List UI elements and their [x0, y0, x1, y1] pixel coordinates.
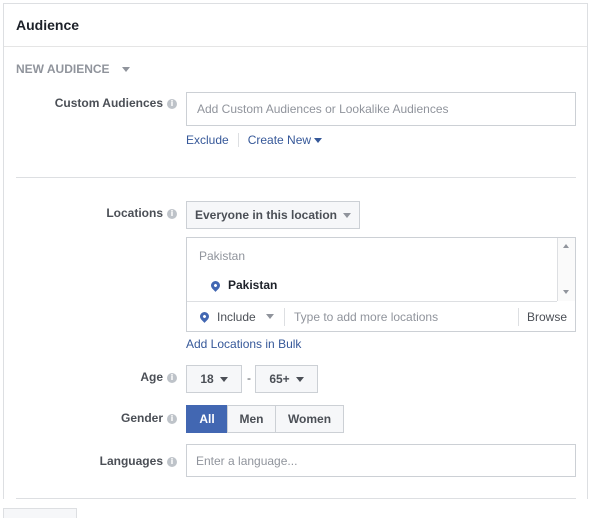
- location-pin-icon: [198, 310, 211, 323]
- locations-row-label: Locations i: [4, 206, 177, 220]
- include-dropdown[interactable]: Include: [187, 307, 285, 326]
- panel-title: Audience: [16, 17, 80, 33]
- exclude-link[interactable]: Exclude: [186, 133, 229, 147]
- selected-location-item[interactable]: Pakistan: [209, 278, 278, 292]
- location-search-placeholder: Type to add more locations: [294, 309, 439, 324]
- gender-row-label: Gender i: [4, 411, 177, 425]
- caret-down-icon: [295, 376, 304, 382]
- age-max-value: 65+: [269, 372, 290, 386]
- locations-box: Pakistan Pakistan Include Type to add mo…: [186, 237, 576, 332]
- caret-down-icon: [219, 376, 228, 382]
- locations-list: Pakistan Pakistan: [187, 238, 557, 302]
- age-min-value: 18: [200, 372, 214, 386]
- add-locations-bulk-link[interactable]: Add Locations in Bulk: [186, 337, 301, 351]
- languages-label: Languages: [99, 454, 163, 468]
- location-pin-icon: [209, 278, 222, 292]
- gender-option-all[interactable]: All: [186, 405, 228, 433]
- browse-label: Browse: [526, 309, 567, 324]
- info-icon[interactable]: i: [167, 208, 177, 219]
- custom-audiences-placeholder: Add Custom Audiences or Lookalike Audien…: [197, 102, 449, 116]
- location-search-bar: Include Type to add more locations Brows…: [187, 302, 575, 331]
- caret-down-icon: [343, 212, 352, 218]
- locations-group-header: Pakistan: [199, 249, 246, 263]
- custom-audiences-label: Custom Audiences: [54, 96, 163, 110]
- create-new-link: Create New: [247, 133, 312, 147]
- location-search-input[interactable]: Type to add more locations: [285, 310, 518, 324]
- caret-down-icon: [265, 314, 274, 319]
- include-label: Include: [217, 309, 256, 324]
- age-row-label: Age i: [4, 370, 177, 384]
- age-min-dropdown[interactable]: 18: [186, 365, 242, 393]
- gender-label: Gender: [120, 411, 163, 425]
- create-new-dropdown[interactable]: Create New: [247, 133, 323, 147]
- new-audience-label: NEW AUDIENCE: [16, 62, 110, 76]
- panel-header: Audience: [4, 4, 587, 47]
- caret-down-icon: [314, 137, 323, 143]
- age-max-dropdown[interactable]: 65+: [255, 365, 318, 393]
- info-icon[interactable]: i: [167, 413, 177, 424]
- custom-audiences-actions: Exclude Create New: [186, 133, 323, 147]
- scroll-up-icon[interactable]: [563, 244, 569, 248]
- gender-segmented-control: All Men Women: [186, 405, 344, 433]
- languages-placeholder: Enter a language...: [196, 453, 298, 468]
- new-audience-dropdown[interactable]: NEW AUDIENCE: [16, 62, 130, 76]
- action-separator: [237, 133, 239, 147]
- bottom-divider: [16, 498, 576, 499]
- languages-row-label: Languages i: [4, 454, 177, 468]
- custom-audiences-input[interactable]: Add Custom Audiences or Lookalike Audien…: [186, 92, 576, 126]
- age-label: Age: [140, 370, 163, 384]
- locations-scrollbar[interactable]: [557, 238, 575, 301]
- section-divider: [16, 177, 576, 178]
- browse-button[interactable]: Browse: [517, 307, 575, 326]
- gender-option-men[interactable]: Men: [227, 405, 276, 433]
- footer-button-edge[interactable]: [3, 508, 77, 518]
- info-icon[interactable]: i: [167, 456, 177, 467]
- languages-input[interactable]: Enter a language...: [186, 444, 576, 477]
- custom-audiences-row-label: Custom Audiences i: [4, 96, 177, 110]
- locations-label: Locations: [106, 206, 163, 220]
- location-scope-dropdown[interactable]: Everyone in this location: [186, 201, 360, 229]
- caret-down-icon: [121, 67, 130, 73]
- scroll-down-icon[interactable]: [563, 290, 569, 294]
- age-separator: -: [247, 371, 251, 385]
- location-scope-label: Everyone in this location: [194, 208, 338, 222]
- info-icon[interactable]: i: [167, 98, 177, 109]
- selected-location-label: Pakistan: [228, 278, 278, 292]
- info-icon[interactable]: i: [167, 372, 177, 383]
- gender-option-women[interactable]: Women: [275, 405, 344, 433]
- audience-panel: Audience NEW AUDIENCE Custom Audiences i …: [3, 3, 588, 499]
